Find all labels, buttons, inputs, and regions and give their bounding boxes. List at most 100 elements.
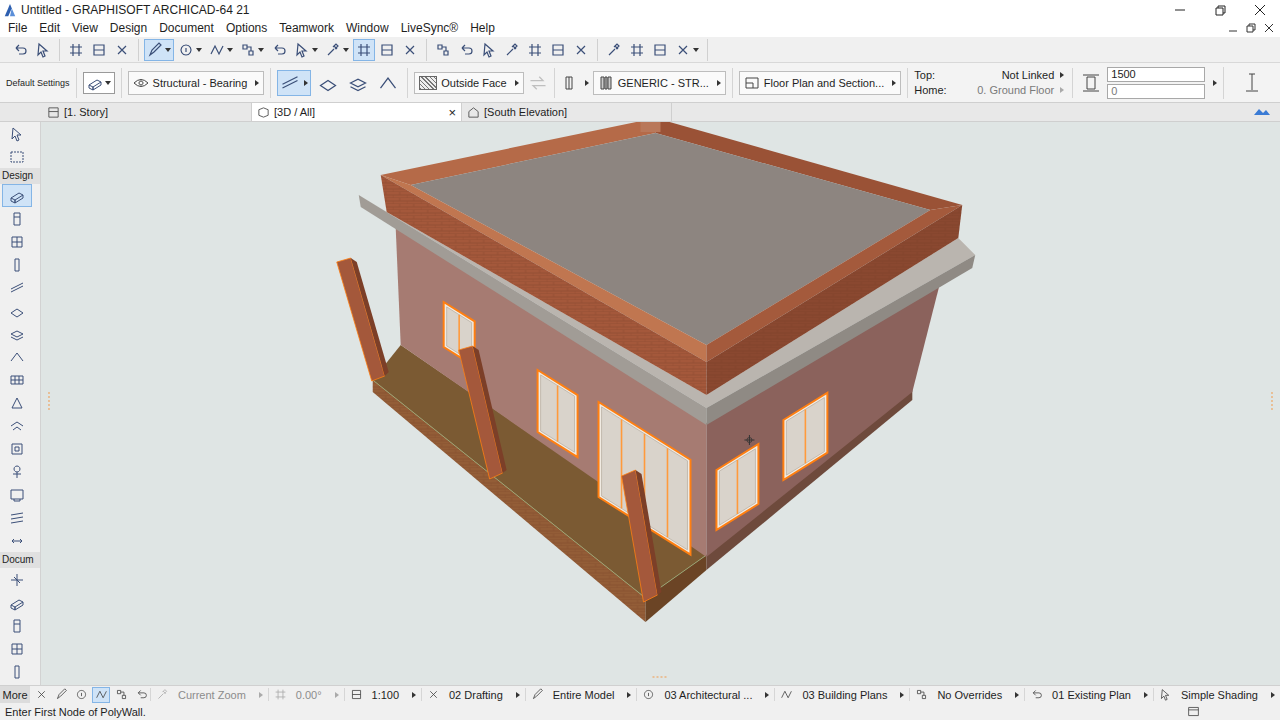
arrow-icon[interactable] (412, 692, 416, 698)
toolbar-button[interactable] (501, 39, 523, 61)
view-field[interactable]: Floor Plan and Section... (739, 71, 901, 95)
arrow-icon[interactable] (1271, 692, 1275, 698)
more-button[interactable]: More (0, 686, 30, 703)
toolbox-tool[interactable] (2, 207, 32, 230)
toolbar-button[interactable] (206, 39, 236, 61)
dropdown-arrow-icon[interactable] (196, 48, 202, 52)
dropdown-arrow-icon[interactable] (105, 81, 111, 85)
toolbox-tool[interactable] (2, 414, 32, 437)
doc-restore-icon[interactable] (1244, 21, 1258, 35)
toolbar-button[interactable] (175, 39, 205, 61)
home-arrow-icon[interactable] (1054, 87, 1066, 93)
view-tab[interactable]: [3D / All]× (252, 103, 462, 121)
toolbox-tool[interactable] (2, 483, 32, 506)
column-icon[interactable] (1240, 71, 1264, 95)
offset-field[interactable]: 0 (1107, 84, 1205, 99)
toolbar-button[interactable] (144, 39, 174, 61)
arrow-icon[interactable] (1015, 692, 1019, 698)
toolbar-button[interactable] (455, 39, 477, 61)
toolbox-tool[interactable] (2, 145, 32, 168)
toolbox-tool[interactable] (2, 529, 32, 552)
doc-close-icon[interactable] (1262, 21, 1276, 35)
geometry-method-button[interactable] (277, 70, 311, 96)
toolbox-tool[interactable] (2, 230, 32, 253)
arrow-icon[interactable] (717, 80, 721, 86)
toolbox-section-label[interactable]: Design (0, 168, 40, 184)
toolbar-button[interactable] (432, 39, 454, 61)
reference-line-field[interactable]: Outside Face (414, 72, 523, 94)
3d-canvas[interactable] (41, 122, 1280, 685)
window[interactable] (538, 370, 578, 457)
dropdown-arrow-icon[interactable] (165, 48, 171, 52)
toolbar-button[interactable] (524, 39, 546, 61)
geometry-method-button[interactable] (315, 70, 341, 96)
toolbar-button[interactable] (547, 39, 569, 61)
arrow-icon[interactable] (1060, 87, 1064, 93)
arrow-icon[interactable] (900, 692, 904, 698)
toolbox-tool[interactable] (2, 591, 32, 614)
posts[interactable] (337, 258, 662, 602)
toolbox-tool[interactable] (2, 322, 32, 345)
quick-option[interactable]: No Overrides (909, 688, 1024, 701)
default-settings-label[interactable]: Default Settings (6, 78, 70, 88)
doc-minimize-icon[interactable] (1226, 21, 1240, 35)
toolbox-tool[interactable] (2, 637, 32, 660)
menu-item[interactable]: Edit (33, 21, 66, 35)
dropdown-arrow-icon[interactable] (343, 48, 349, 52)
menu-item[interactable]: Design (104, 21, 153, 35)
toolbar-button[interactable] (649, 39, 671, 61)
toolbar-button[interactable] (9, 39, 31, 61)
menu-item[interactable]: Help (464, 21, 501, 35)
top-value[interactable]: Not Linked (954, 69, 1054, 81)
view-segment[interactable]: Floor Plan and Section... (733, 68, 908, 98)
geometry-method-button[interactable] (375, 70, 401, 96)
toolbar-button[interactable] (237, 39, 267, 61)
toolbar-button[interactable] (32, 39, 54, 61)
toolbox-tool[interactable] (2, 660, 32, 683)
arrow-icon[interactable] (335, 692, 339, 698)
toolbar-button[interactable] (291, 39, 321, 61)
toolbox-tool[interactable] (2, 122, 32, 145)
view-tab[interactable]: [1. Story] (42, 103, 252, 121)
quick-option[interactable]: 01 Existing Plan (1024, 688, 1153, 701)
toolbar-button[interactable] (603, 39, 625, 61)
toolbox-tool[interactable] (2, 299, 32, 322)
toolbox-tool[interactable] (2, 437, 32, 460)
toolbox-tool[interactable] (2, 391, 32, 414)
toolbar-button[interactable] (65, 39, 87, 61)
toolbar-button[interactable] (88, 39, 110, 61)
toolbox-tool[interactable] (2, 345, 32, 368)
toolbox-section-label[interactable]: Docum (0, 552, 40, 568)
quick-option[interactable]: 03 Building Plans (774, 688, 909, 701)
menu-item[interactable]: Options (220, 21, 273, 35)
arrow-icon[interactable] (516, 692, 520, 698)
arrow-icon[interactable] (627, 692, 631, 698)
dropdown-arrow-icon[interactable] (227, 48, 233, 52)
arrow-icon[interactable] (304, 80, 308, 86)
quick-option[interactable]: 1:100 (344, 688, 421, 701)
toolbox-tool[interactable] (2, 184, 32, 207)
toolbar-button[interactable] (626, 39, 648, 61)
arrow-icon[interactable] (515, 80, 519, 86)
toolbar-button[interactable] (111, 39, 133, 61)
quick-option[interactable]: Current Zoom (150, 688, 268, 701)
toolbar-button[interactable] (353, 39, 375, 61)
arrow-icon[interactable] (259, 692, 263, 698)
dropdown-arrow-icon[interactable] (312, 48, 318, 52)
panel-icon[interactable] (1187, 705, 1200, 718)
toolbox-tool[interactable] (2, 568, 32, 591)
arrow-icon[interactable] (892, 80, 896, 86)
menu-item[interactable]: Teamwork (273, 21, 340, 35)
dropdown-arrow-icon[interactable] (693, 48, 699, 52)
toolbar-button[interactable] (672, 39, 702, 61)
navigator-icon[interactable] (1252, 105, 1272, 119)
quick-option[interactable]: Simple Shading (1153, 688, 1280, 701)
composite-field[interactable]: GENERIC - STR... (593, 71, 726, 95)
arrow-icon[interactable] (1213, 80, 1217, 86)
toolbox-tool[interactable] (2, 368, 32, 391)
toolbar-button[interactable] (399, 39, 421, 61)
toolbox-tool[interactable] (2, 276, 32, 299)
toolbar-button[interactable] (376, 39, 398, 61)
menu-item[interactable]: Document (153, 21, 220, 35)
toolbar-button[interactable] (478, 39, 500, 61)
